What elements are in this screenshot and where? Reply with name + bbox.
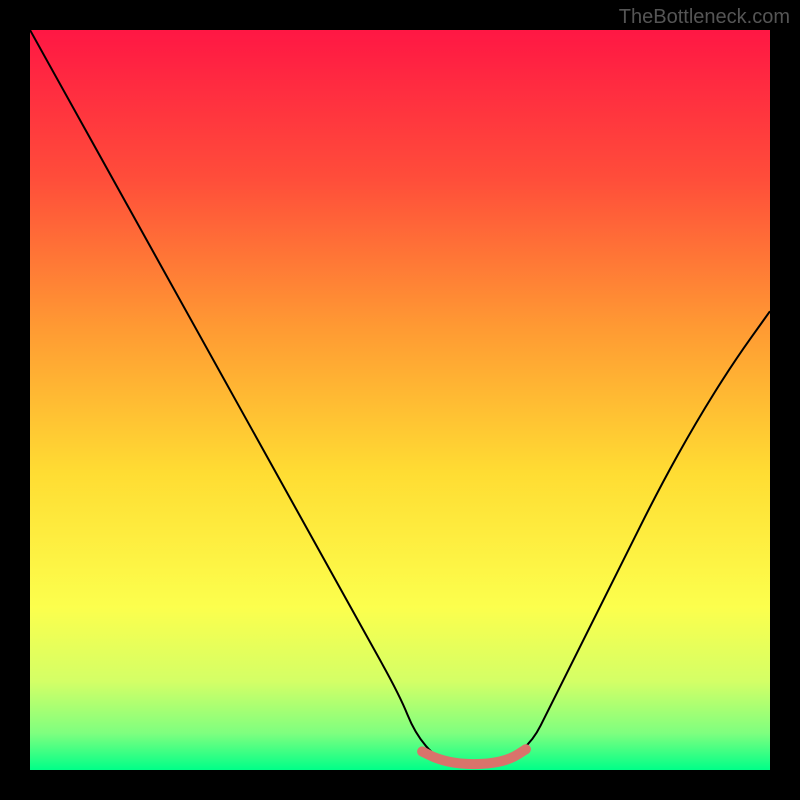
- gradient-background: [30, 30, 770, 770]
- chart-plot-area: [30, 30, 770, 770]
- highlight-endpoint-left: [417, 747, 427, 757]
- bottleneck-chart: [30, 30, 770, 770]
- watermark-text: TheBottleneck.com: [619, 6, 790, 29]
- highlight-endpoint-right: [521, 744, 531, 754]
